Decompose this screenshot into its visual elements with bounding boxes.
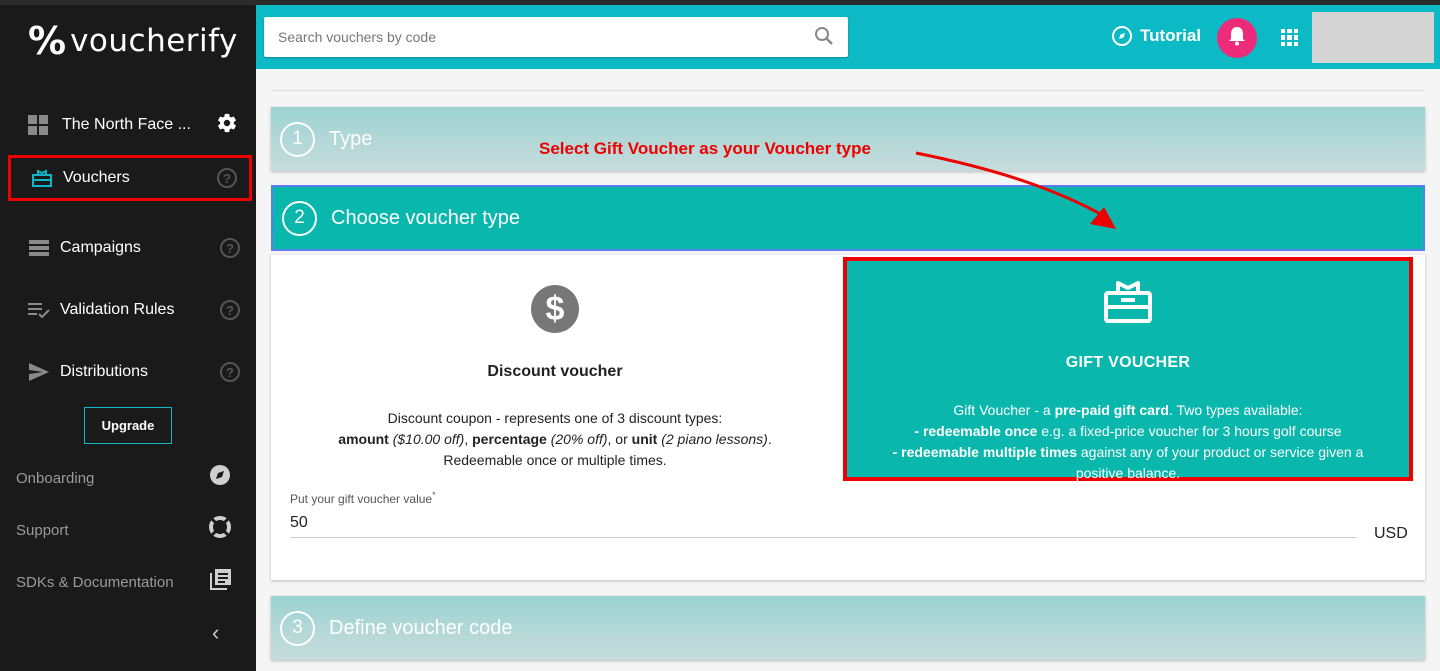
rule-check-icon bbox=[28, 299, 50, 321]
project-name: The North Face ... bbox=[62, 116, 191, 133]
sidebar-item-label: Validation Rules bbox=[60, 301, 175, 318]
gift-description: Gift Voucher - a pre-paid gift card. Two… bbox=[892, 402, 1364, 481]
sidebar-item-label: Onboarding bbox=[16, 469, 95, 487]
sidebar-item-distributions[interactable]: Distributions ? bbox=[8, 349, 252, 395]
sidebar: % voucherify The North Face ... Vouchers… bbox=[0, 0, 256, 671]
discount-description: Discount coupon - represents one of 3 di… bbox=[338, 410, 772, 468]
search-icon[interactable] bbox=[814, 26, 834, 51]
discount-voucher-option[interactable]: $ Discount voucher Discount coupon - rep… bbox=[271, 255, 839, 480]
compass-icon bbox=[208, 463, 232, 493]
logo-text: voucherify bbox=[70, 23, 238, 59]
apps-grid-icon[interactable] bbox=[1281, 29, 1298, 46]
campaigns-icon bbox=[28, 237, 50, 259]
tutorial-link[interactable]: Tutorial bbox=[1112, 26, 1201, 46]
search-box bbox=[264, 17, 848, 57]
sidebar-item-label: Vouchers bbox=[63, 169, 130, 186]
sidebar-item-vouchers[interactable]: Vouchers ? bbox=[8, 155, 252, 201]
tutorial-label: Tutorial bbox=[1140, 26, 1202, 45]
sidebar-item-support[interactable]: Support bbox=[16, 515, 232, 545]
sidebar-item-sdks-documentation[interactable]: SDKs & Documentation bbox=[16, 567, 232, 597]
sidebar-item-label: Campaigns bbox=[60, 239, 141, 256]
help-icon[interactable]: ? bbox=[220, 300, 240, 320]
search-input[interactable] bbox=[264, 17, 804, 57]
step-title: Define voucher code bbox=[329, 616, 513, 639]
gear-icon[interactable] bbox=[216, 112, 238, 138]
voucher-type-panel: $ Discount voucher Discount coupon - rep… bbox=[271, 255, 1425, 580]
send-icon bbox=[28, 361, 50, 383]
help-icon[interactable]: ? bbox=[220, 362, 240, 382]
main-content: 1 Type 2 Choose voucher type Select Gift… bbox=[256, 69, 1440, 671]
sidebar-item-validation-rules[interactable]: Validation Rules ? bbox=[8, 287, 252, 333]
help-icon[interactable]: ? bbox=[220, 238, 240, 258]
library-books-icon bbox=[210, 568, 232, 596]
voucherify-logo[interactable]: % voucherify bbox=[28, 22, 238, 60]
sidebar-item-label: SDKs & Documentation bbox=[16, 573, 174, 591]
sidebar-item-onboarding[interactable]: Onboarding bbox=[16, 463, 232, 493]
gift-value-label: Put your gift voucher value* bbox=[290, 490, 436, 506]
avatar[interactable] bbox=[1312, 12, 1434, 63]
sidebar-item-label: Distributions bbox=[60, 363, 149, 380]
notifications-button[interactable] bbox=[1217, 18, 1257, 58]
annotation-arrow bbox=[915, 151, 1116, 229]
gift-card-icon bbox=[31, 167, 53, 189]
step-define-voucher-code[interactable]: 3 Define voucher code bbox=[271, 596, 1425, 660]
logo-mark: % bbox=[28, 19, 67, 63]
sidebar-item-campaigns[interactable]: Campaigns ? bbox=[8, 225, 252, 271]
sidebar-top-line bbox=[0, 0, 256, 5]
dashboard-icon bbox=[28, 115, 48, 135]
collapse-sidebar-icon[interactable]: ‹ bbox=[212, 620, 219, 646]
gift-card-icon bbox=[1104, 279, 1152, 328]
compass-icon bbox=[1112, 26, 1132, 46]
bell-icon bbox=[1226, 25, 1248, 52]
lifebuoy-icon bbox=[208, 515, 232, 545]
sidebar-item-label: Support bbox=[16, 521, 69, 539]
currency-label: USD bbox=[1374, 525, 1408, 542]
gift-voucher-option[interactable]: GIFT VOUCHER Gift Voucher - a pre-paid g… bbox=[843, 257, 1413, 481]
gift-title: GIFT VOUCHER bbox=[1065, 354, 1191, 371]
upgrade-button[interactable]: Upgrade bbox=[84, 407, 172, 444]
gift-value-input[interactable] bbox=[290, 508, 1356, 538]
top-bar: Tutorial bbox=[256, 0, 1440, 69]
help-icon[interactable]: ? bbox=[217, 168, 237, 188]
dollar-icon: $ bbox=[531, 285, 579, 333]
step-number: 3 bbox=[280, 610, 315, 646]
discount-title: Discount voucher bbox=[487, 363, 623, 380]
project-switcher[interactable]: The North Face ... bbox=[28, 110, 243, 140]
